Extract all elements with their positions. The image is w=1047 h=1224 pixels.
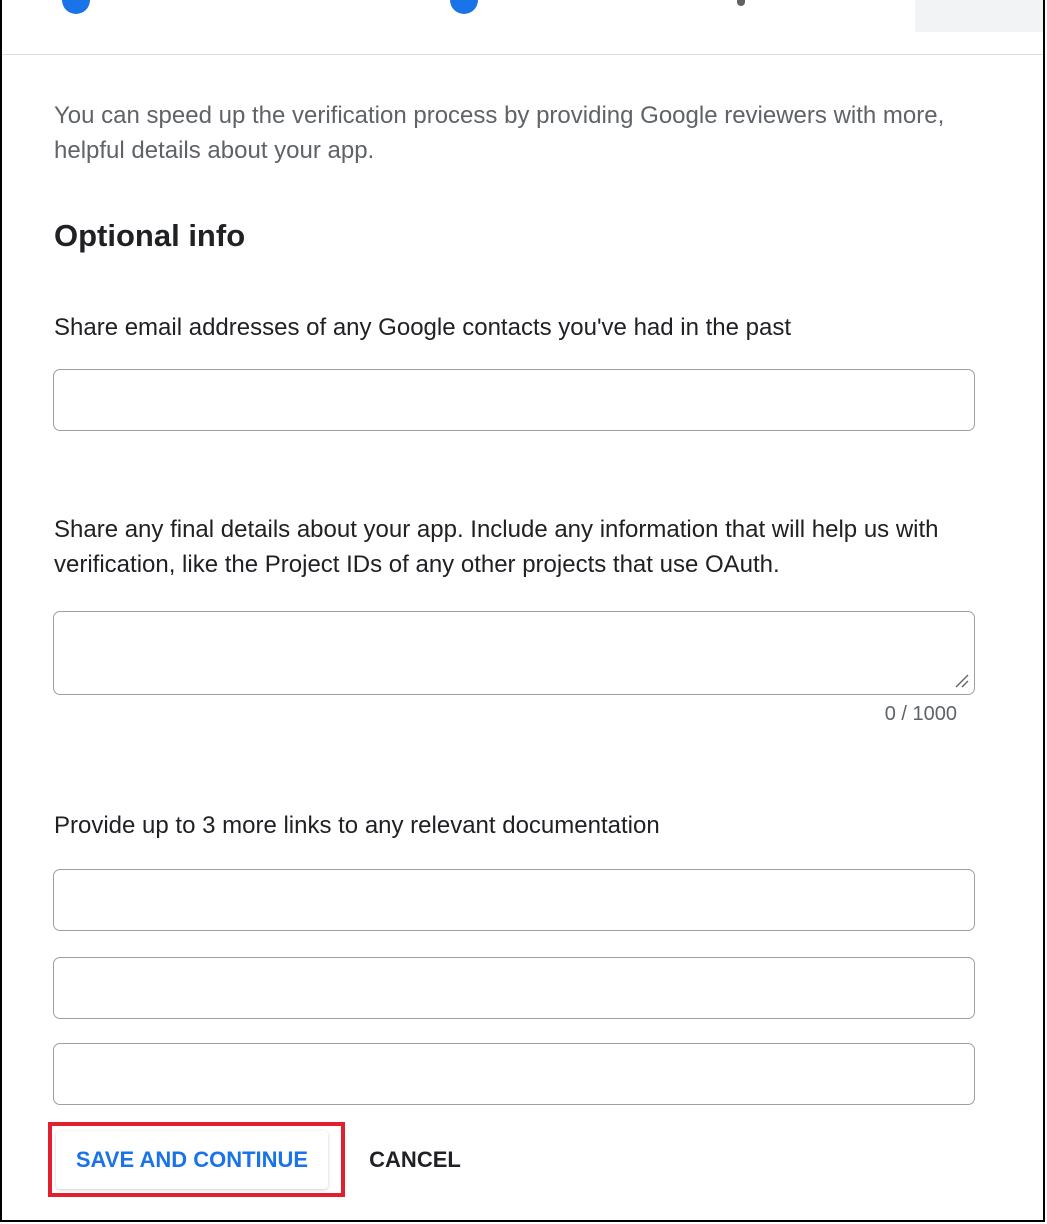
step-label-fragment <box>737 0 745 6</box>
link-input-3[interactable] <box>53 1043 975 1105</box>
cancel-button[interactable]: CANCEL <box>350 1131 480 1189</box>
final-details-label: Share any final details about your app. … <box>54 516 939 578</box>
section-title: Optional info <box>54 218 246 253</box>
stepper-header <box>2 0 1043 55</box>
final-details-textarea[interactable] <box>53 611 975 695</box>
contacts-input[interactable] <box>53 369 975 431</box>
links-label: Provide up to 3 more links to any releva… <box>54 812 660 839</box>
highlight-box <box>48 1122 345 1197</box>
intro-text: You can speed up the verification proces… <box>54 102 945 164</box>
link-input-1[interactable] <box>53 869 975 931</box>
character-counter: 0 / 1000 <box>884 703 957 725</box>
step-indicator-icon[interactable] <box>450 0 478 14</box>
resize-handle-icon[interactable] <box>953 672 969 688</box>
link-input-2[interactable] <box>53 957 975 1019</box>
step-indicator-icon[interactable] <box>62 0 90 14</box>
contacts-label: Share email addresses of any Google cont… <box>54 314 792 341</box>
header-panel <box>915 0 1043 32</box>
